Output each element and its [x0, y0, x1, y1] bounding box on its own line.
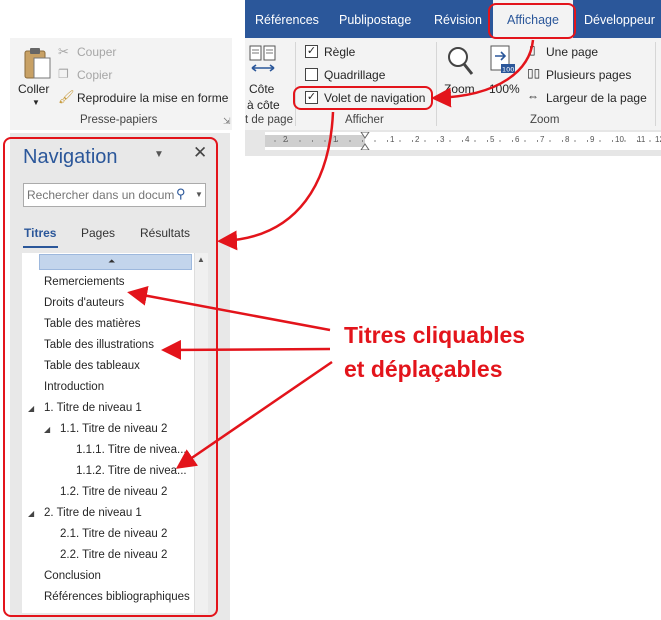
- ruler-label: 1: [333, 135, 338, 144]
- ruler-label: 1: [390, 135, 395, 144]
- side-by-side-label-2: à côte: [247, 98, 280, 112]
- ruler-label: 7: [540, 135, 545, 144]
- page-width-icon: ⇔: [527, 89, 539, 103]
- cut-label: Couper: [77, 45, 117, 59]
- paste-label: Coller: [18, 82, 50, 96]
- zoom-group-label: Zoom: [530, 114, 560, 126]
- copy-icon: ❐: [58, 67, 69, 81]
- chevron-down-icon: ▼: [32, 98, 40, 107]
- ruler-label: 2: [283, 135, 288, 144]
- copy-label: Copier: [77, 68, 113, 82]
- copy-button[interactable]: ❐ Copier: [58, 66, 138, 84]
- multiple-pages-button[interactable]: ▯▯ Plusieurs pages: [527, 66, 637, 84]
- scissors-icon: ✂: [58, 44, 69, 59]
- highlight-navpane-checkbox: [293, 86, 433, 110]
- ruler-label: 9: [590, 135, 595, 144]
- annotation-line-2: et déplaçables: [344, 356, 503, 382]
- paste-button[interactable]: Coller ▼: [16, 42, 56, 112]
- ribbon-view-body: Côte à côte t de page ✓ Règle Quadrillag…: [245, 38, 661, 130]
- group-separator: [295, 42, 296, 126]
- paintbrush-icon: 🖌: [58, 89, 75, 104]
- side-by-side-icon: [249, 45, 276, 72]
- show-group-label: Afficher: [345, 114, 384, 126]
- format-painter-button[interactable]: 🖌 Reproduire la mise en forme: [58, 89, 230, 107]
- tab-developer[interactable]: Développeur: [584, 0, 655, 38]
- group-separator: [436, 42, 437, 126]
- gridlines-label: Quadrillage: [324, 68, 386, 82]
- tab-mailings[interactable]: Publipostage: [339, 0, 411, 38]
- one-page-icon: ▯: [529, 43, 536, 57]
- clipboard-icon: [24, 48, 51, 79]
- zoom-label: Zoom: [444, 82, 475, 96]
- ribbon-tab-bar: Références Publipostage Révision Afficha…: [245, 0, 661, 38]
- gridlines-checkbox[interactable]: [305, 68, 318, 81]
- tab-references[interactable]: Références: [255, 0, 319, 38]
- views-group-label: t de page: [245, 114, 293, 126]
- ruler-checkbox-row[interactable]: ✓ Règle: [303, 43, 383, 61]
- clipboard-group: Coller ▼ ✂ Couper ❐ Copier 🖌 Reproduire …: [10, 38, 232, 130]
- cut-button[interactable]: ✂ Couper: [58, 43, 138, 61]
- zoom-button[interactable]: Zoom: [443, 42, 479, 112]
- magnifier-icon: [448, 47, 474, 75]
- ruler-label: 12: [655, 135, 661, 144]
- multiple-pages-label: Plusieurs pages: [546, 68, 632, 82]
- zoom-100-icon: 100: [490, 45, 515, 74]
- gridlines-checkbox-row[interactable]: Quadrillage: [303, 66, 403, 84]
- ruler-label: 10: [615, 135, 624, 144]
- page-width-button[interactable]: ⇔ Largeur de la page: [527, 89, 657, 107]
- ruler-label: 5: [490, 135, 495, 144]
- highlight-navigation-pane: [3, 137, 218, 617]
- ruler-label: Règle: [324, 45, 356, 59]
- side-by-side-button[interactable]: Côte à côte: [245, 42, 281, 112]
- ruler-label: 6: [515, 135, 520, 144]
- page-width-label: Largeur de la page: [546, 91, 647, 105]
- one-page-label: Une page: [546, 45, 599, 59]
- format-painter-label: Reproduire la mise en forme: [77, 91, 229, 105]
- ruler-label: 4: [465, 135, 470, 144]
- ruler-label: 3: [440, 135, 445, 144]
- ruler-label: 11: [637, 135, 646, 144]
- zoom-100-button[interactable]: 100 100%: [485, 42, 521, 112]
- ruler-label: 2: [415, 135, 420, 144]
- ruler-label: 8: [565, 135, 570, 144]
- annotation-callout: Titres cliquables et déplaçables: [344, 318, 534, 386]
- clipboard-group-label: Presse-papiers: [80, 114, 158, 126]
- annotation-line-1: Titres cliquables: [344, 322, 526, 348]
- ruler-ticks: [265, 132, 661, 150]
- horizontal-ruler[interactable]: 21123456789101112: [265, 132, 661, 150]
- highlight-view-tab: [488, 3, 576, 39]
- one-page-button[interactable]: ▯ Une page: [527, 43, 627, 61]
- side-by-side-label-1: Côte: [249, 82, 275, 96]
- tab-review[interactable]: Révision: [434, 0, 482, 38]
- zoom-100-label: 100%: [489, 82, 520, 96]
- group-separator: [655, 42, 656, 126]
- dialog-launcher-icon[interactable]: ⇲: [223, 116, 231, 127]
- svg-text:100: 100: [502, 66, 514, 74]
- multiple-pages-icon: ▯▯: [527, 66, 541, 80]
- ruler-checkbox[interactable]: ✓: [305, 45, 318, 58]
